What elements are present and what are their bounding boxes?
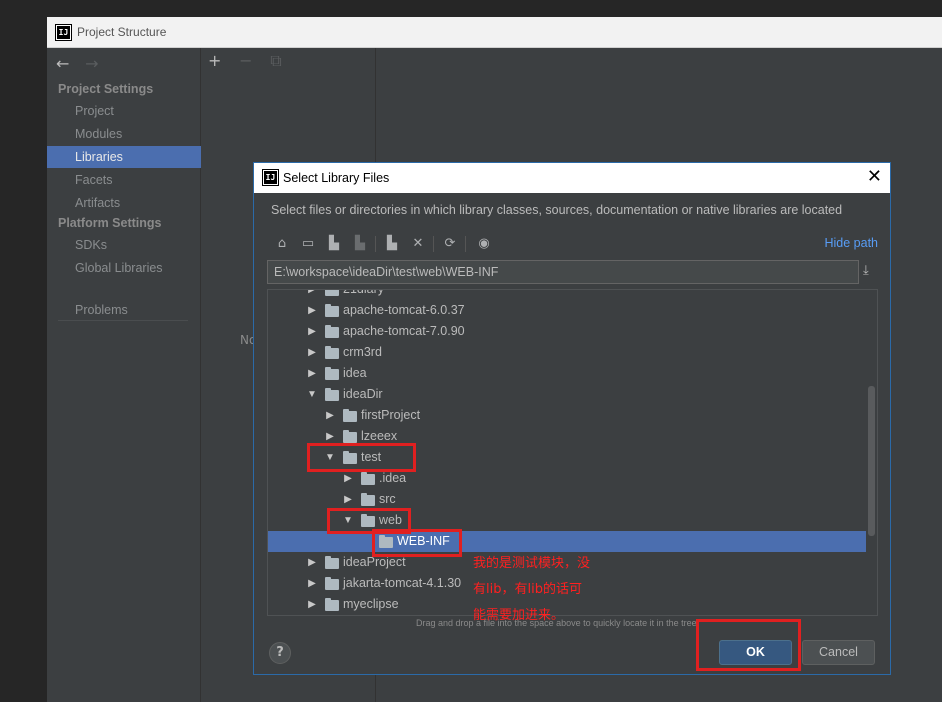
tree-node[interactable]: ▶ idea <box>268 363 866 384</box>
sidebar-item-problems[interactable]: Problems <box>47 299 201 321</box>
folder-icon <box>325 367 339 380</box>
annotation-box-test <box>307 443 416 472</box>
sidebar-item-project[interactable]: Project <box>47 100 201 122</box>
dialog-title: Select Library Files <box>283 171 390 185</box>
window-title: Project Structure <box>77 25 167 39</box>
project-structure-titlebar: IJ Project Structure <box>47 17 942 48</box>
tree-node-label: crm3rd <box>343 345 382 359</box>
folder-icon <box>325 577 339 590</box>
tree-node[interactable]: ▶ src <box>268 489 866 510</box>
tree-node-label: firstProject <box>361 408 421 422</box>
folder-icon <box>343 409 357 422</box>
collapse-right-arrow-icon[interactable]: ▶ <box>306 594 318 615</box>
folder-icon <box>325 388 339 401</box>
add-icon[interactable]: + <box>208 51 234 70</box>
sidebar-item-sdks[interactable]: SDKs <box>47 234 201 256</box>
folder-icon <box>325 556 339 569</box>
folder-icon <box>361 472 375 485</box>
tree-node-label: idea <box>343 366 367 380</box>
collapse-right-arrow-icon[interactable]: ▶ <box>306 363 318 384</box>
collapse-right-arrow-icon[interactable]: ▶ <box>306 290 318 300</box>
annotation-text-line-2: 有lib，有lib的话可 <box>473 582 582 597</box>
delete-icon[interactable]: ✕ <box>408 234 428 254</box>
sidebar-item-libraries[interactable]: Libraries <box>47 146 201 168</box>
annotation-text-line-1: 我的是测试模块，没 <box>473 556 591 571</box>
tree-node[interactable]: WEB-INF <box>268 531 866 552</box>
tree-node-label: 21diary <box>343 289 384 296</box>
project-folder-icon[interactable]: ▙ <box>324 234 344 254</box>
folder-icon <box>325 346 339 359</box>
intellij-icon: IJ <box>262 169 279 186</box>
path-input[interactable]: E:\workspace\ideaDir\test\web\WEB-INF <box>267 260 859 284</box>
module-folder-icon[interactable]: ▙ <box>350 234 370 254</box>
collapse-right-arrow-icon[interactable]: ▶ <box>324 405 336 426</box>
folder-icon <box>325 290 339 296</box>
sidebar-item-artifacts[interactable]: Artifacts <box>47 192 201 214</box>
sidebar-item-facets[interactable]: Facets <box>47 169 201 191</box>
sidebar-item-modules[interactable]: Modules <box>47 123 201 145</box>
desktop-icon[interactable]: ▭ <box>298 234 318 254</box>
collapse-right-arrow-icon[interactable]: ▶ <box>306 300 318 321</box>
select-library-files-dialog: IJ Select Library Files ✕ Select files o… <box>253 162 891 675</box>
show-hidden-files-icon[interactable]: ◉ <box>474 234 494 254</box>
sidebar-item-global-libraries[interactable]: Global Libraries <box>47 257 201 279</box>
tree-node[interactable]: ▶ firstProject <box>268 405 866 426</box>
tree-node[interactable]: ▶ apache-tomcat-7.0.90 <box>268 321 866 342</box>
annotation-box-ok <box>696 619 801 671</box>
collapse-right-arrow-icon[interactable]: ▶ <box>306 573 318 594</box>
toolbar-separator <box>375 236 376 252</box>
tree-node[interactable]: ▼ ideaDir <box>268 384 866 405</box>
cancel-button[interactable]: Cancel <box>802 640 875 665</box>
download-path-icon[interactable]: ⤓ <box>863 263 869 278</box>
help-button[interactable]: ? <box>269 642 291 664</box>
forward-arrow-icon[interactable]: → <box>85 54 109 73</box>
new-folder-icon[interactable]: ▙ <box>382 234 402 254</box>
close-icon[interactable]: ✕ <box>867 166 882 187</box>
home-icon[interactable]: ⌂ <box>272 234 292 254</box>
settings-sidebar: ← → Project Settings Project Modules Lib… <box>47 48 201 702</box>
collapse-right-arrow-icon[interactable]: ▶ <box>306 321 318 342</box>
tree-node[interactable]: ▶ myeclipse <box>268 594 866 615</box>
copy-icon[interactable]: ⧉ <box>270 51 296 71</box>
tree-node[interactable]: ▶ 21diary <box>268 289 866 300</box>
collapse-right-arrow-icon[interactable]: ▶ <box>306 552 318 573</box>
tree-node[interactable]: ▶ apache-tomcat-6.0.37 <box>268 300 866 321</box>
collapse-right-arrow-icon[interactable]: ▶ <box>306 342 318 363</box>
folder-icon <box>361 493 375 506</box>
dialog-description: Select files or directories in which lib… <box>271 203 843 217</box>
intellij-icon: IJ <box>55 24 72 41</box>
tree-node-label: myeclipse <box>343 597 399 611</box>
section-project-settings: Project Settings <box>58 82 154 96</box>
refresh-icon[interactable]: ⟳ <box>440 234 460 254</box>
tree-node-label: jakarta-tomcat-4.1.30 <box>343 576 462 590</box>
back-arrow-icon[interactable]: ← <box>56 54 80 73</box>
tree-scrollbar[interactable] <box>868 386 875 536</box>
toolbar-separator <box>465 236 466 252</box>
folder-icon <box>325 304 339 317</box>
folder-icon <box>325 598 339 611</box>
tree-node-label: ideaDir <box>343 387 383 401</box>
tree-node-label: apache-tomcat-6.0.37 <box>343 303 465 317</box>
tree-node[interactable]: ▶ crm3rd <box>268 342 866 363</box>
tree-node-label: src <box>379 492 396 506</box>
hide-path-link[interactable]: Hide path <box>824 236 878 250</box>
collapse-right-arrow-icon[interactable]: ▶ <box>342 489 354 510</box>
dialog-titlebar: IJ Select Library Files ✕ <box>254 163 890 193</box>
nav-arrows: ← → <box>56 54 109 73</box>
annotation-box-web-inf <box>372 529 462 557</box>
annotation-text-line-3: 能需要加进来。 <box>473 608 565 623</box>
tree-node-label: apache-tomcat-7.0.90 <box>343 324 465 338</box>
remove-icon[interactable]: − <box>239 51 265 70</box>
section-platform-settings: Platform Settings <box>58 216 162 230</box>
expand-down-arrow-icon[interactable]: ▼ <box>306 384 318 405</box>
libraries-toolbar: + − ⧉ <box>208 51 296 71</box>
folder-icon <box>325 325 339 338</box>
toolbar-separator <box>433 236 434 252</box>
folder-icon <box>343 430 357 443</box>
